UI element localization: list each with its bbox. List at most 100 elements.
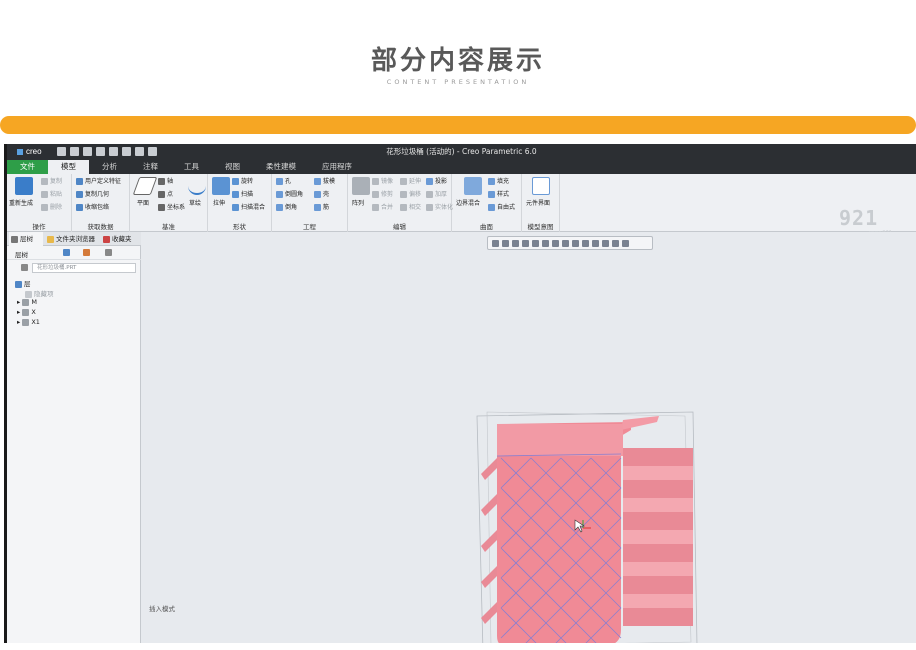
boundary-blend-button[interactable]: 边界混合 <box>456 198 480 207</box>
trim-button[interactable]: 修剪 <box>372 191 393 199</box>
plane-button[interactable]: 平面 <box>137 198 149 207</box>
settings-icon[interactable] <box>83 249 90 256</box>
copy-button[interactable]: 复制 <box>41 178 62 186</box>
plane-icon[interactable] <box>132 177 158 195</box>
undo-icon[interactable] <box>96 147 105 156</box>
redo-icon[interactable] <box>109 147 118 156</box>
title-bar: 花形垃圾桶 (活动的) - Creo Parametric 6.0 creo <box>7 144 916 160</box>
layers-icon[interactable] <box>63 249 70 256</box>
zoom-out-icon[interactable] <box>512 239 519 247</box>
project-button[interactable]: 投影 <box>426 178 447 186</box>
pattern-button[interactable]: 阵列 <box>352 198 364 207</box>
solidify-button[interactable]: 实体化 <box>426 204 453 212</box>
tab-favorites[interactable]: 收藏夹 <box>101 232 141 246</box>
tab-annotate[interactable]: 注释 <box>130 160 171 174</box>
regenerate-button[interactable]: 重新生成 <box>9 198 33 207</box>
tab-applications[interactable]: 应用程序 <box>309 160 365 174</box>
tree-item-x1[interactable]: ▸ X1 <box>17 318 40 326</box>
tree-root-layers[interactable]: 层 <box>15 278 31 288</box>
save-icon[interactable] <box>83 147 92 156</box>
extrude-icon[interactable] <box>212 177 230 195</box>
orient-icon[interactable] <box>532 239 539 247</box>
select-arrow-icon[interactable] <box>21 264 28 271</box>
spin-center-icon[interactable] <box>612 239 619 247</box>
copy-geometry-button[interactable]: 复制几何 <box>76 191 109 199</box>
trash-can-model[interactable] <box>471 410 701 645</box>
saved-orientations-icon[interactable] <box>552 239 559 247</box>
windows-icon[interactable] <box>135 147 144 156</box>
point-button[interactable]: 点 <box>158 191 173 199</box>
sketch-icon[interactable] <box>188 177 206 195</box>
perspective-icon[interactable] <box>572 239 579 247</box>
tab-flexible-modeling[interactable]: 柔性建模 <box>253 160 309 174</box>
round-button[interactable]: 倒圆角 <box>276 191 303 199</box>
component-interface-icon[interactable] <box>532 177 550 195</box>
hole-button[interactable]: 孔 <box>276 178 291 186</box>
merge-button[interactable]: 合并 <box>372 204 393 212</box>
regenerate-icon[interactable] <box>15 177 33 195</box>
tab-folder-browser[interactable]: 文件夹浏览器 <box>45 232 99 246</box>
open-icon[interactable] <box>70 147 79 156</box>
page-title: 部分内容展示 <box>370 46 545 76</box>
zoom-in-icon[interactable] <box>502 239 509 247</box>
group-label-datum: 基准 <box>162 223 175 231</box>
layer-icon <box>22 318 30 326</box>
tree-item-m[interactable]: ▸ M <box>17 298 37 306</box>
trim-icon <box>372 191 379 198</box>
axis-button[interactable]: 轴 <box>158 178 173 186</box>
thicken-button[interactable]: 加厚 <box>426 191 447 199</box>
extend-button[interactable]: 延伸 <box>400 178 421 186</box>
datum-display-icon[interactable] <box>592 239 599 247</box>
extrude-button[interactable]: 拉伸 <box>213 198 225 207</box>
chamfer-button[interactable]: 倒角 <box>276 204 297 212</box>
component-interface-button[interactable]: 元件界面 <box>526 198 550 207</box>
sweep-button[interactable]: 扫描 <box>232 191 253 199</box>
group-label-engineering: 工程 <box>303 223 316 231</box>
coord-sys-button[interactable]: 坐标系 <box>158 204 185 212</box>
tab-tools[interactable]: 工具 <box>171 160 212 174</box>
section-icon[interactable] <box>582 239 589 247</box>
style-button[interactable]: 样式 <box>488 191 509 199</box>
display-style-icon[interactable] <box>562 239 569 247</box>
tab-analysis[interactable]: 分析 <box>89 160 130 174</box>
paste-button[interactable]: 粘贴 <box>41 191 62 199</box>
close-window-icon[interactable] <box>148 147 157 156</box>
shell-button[interactable]: 壳 <box>314 191 329 199</box>
new-icon[interactable] <box>57 147 66 156</box>
refit-icon[interactable] <box>492 239 499 247</box>
pattern-icon[interactable] <box>352 177 370 195</box>
sketch-button[interactable]: 草绘 <box>189 198 201 207</box>
tab-model[interactable]: 模型 <box>48 160 89 174</box>
offset-button[interactable]: 偏移 <box>400 191 421 199</box>
tab-view[interactable]: 视图 <box>212 160 253 174</box>
mirror-button[interactable]: 镜像 <box>372 178 393 186</box>
graphics-viewport[interactable] <box>141 232 916 645</box>
intersect-button[interactable]: 相交 <box>400 204 421 212</box>
group-label-operations: 操作 <box>32 223 46 231</box>
offset-icon <box>400 191 407 198</box>
boundary-blend-icon[interactable] <box>464 177 482 195</box>
panel-tabs: 层树 文件夹浏览器 收藏夹 <box>7 232 141 246</box>
view-manager-icon[interactable] <box>542 239 549 247</box>
tab-file[interactable]: 文件 <box>7 160 48 174</box>
chamfer-icon <box>276 204 283 211</box>
user-feature-button[interactable]: 用户定义特征 <box>76 178 121 186</box>
tree-item-x[interactable]: ▸ X <box>17 308 36 316</box>
draft-button[interactable]: 拔模 <box>314 178 335 186</box>
annotation-display-icon[interactable] <box>602 239 609 247</box>
model-selector[interactable]: 花形垃圾桶.PRT <box>32 263 136 273</box>
freestyle-button[interactable]: 自由式 <box>488 204 515 212</box>
fill-button[interactable]: 填充 <box>488 178 509 186</box>
show-icon[interactable] <box>105 249 112 256</box>
repaint-icon[interactable] <box>522 239 529 247</box>
shrinkwrap-button[interactable]: 收缩包络 <box>76 204 109 212</box>
swept-blend-button[interactable]: 扫描混合 <box>232 204 265 212</box>
regenerate-icon[interactable] <box>122 147 131 156</box>
hole-icon <box>276 178 283 185</box>
appearance-icon[interactable] <box>622 239 629 247</box>
delete-button[interactable]: 删除 <box>41 204 62 212</box>
rib-button[interactable]: 筋 <box>314 204 329 212</box>
tab-layer-tree[interactable]: 层树 <box>9 232 43 246</box>
tree-hidden-items[interactable]: 隐藏项 <box>25 288 54 298</box>
revolve-button[interactable]: 旋转 <box>232 178 253 186</box>
